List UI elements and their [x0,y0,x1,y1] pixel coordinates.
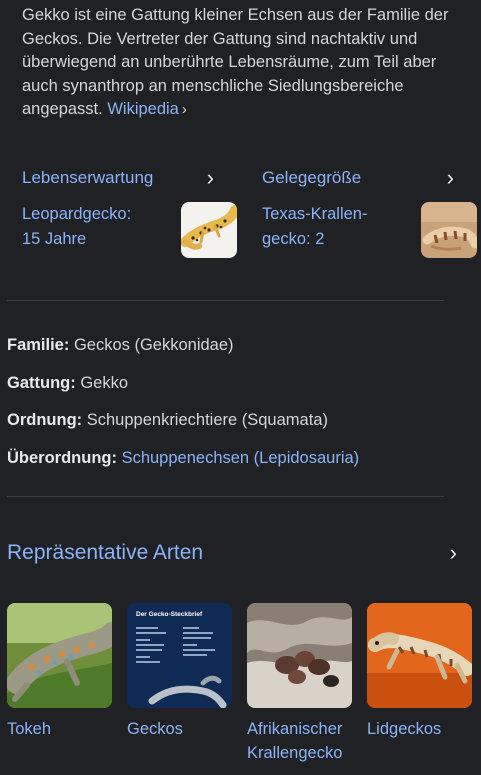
chevron-right-icon: › [449,540,457,565]
species-card-lidgeckos[interactable]: Lidgeckos [367,603,472,765]
fact-value-line: gecko: 2 [262,230,325,248]
tokay-gecko-photo-icon [7,603,112,708]
knowledge-panel: Gekko ist eine Gattung kleiner Echsen au… [0,0,481,775]
gecko-factsheet-photo-icon: Der Gecko-Steckbrief [127,603,232,708]
representative-species-header[interactable]: Repräsentative Arten › [7,538,457,568]
fact-gelegegroesse[interactable]: Gelegegröße › Texas-Krallen- gecko: 2 [262,164,477,258]
fact-heading-row[interactable]: Lebenserwartung › [22,164,220,192]
divider [7,496,444,497]
section-title: Repräsentative Arten [7,541,204,564]
fact-value-line: 15 Jahre [22,230,87,248]
attribute-value-link[interactable]: Schuppenechsen (Lepidosauria) [122,449,360,467]
species-card-afrikanischer-krallengecko[interactable]: Afrikanischer Krallengecko [247,603,352,765]
species-card-label: Lidgeckos [367,720,442,738]
attribute-key: Gattung: [7,373,76,392]
attribute-value: Geckos (Gekkonidae) [73,336,234,354]
chevron-right-icon: › [181,101,187,118]
species-card-geckos[interactable]: Der Gecko-Steckbrief Geckos [127,603,232,765]
fact-heading: Lebenserwartung [22,168,154,187]
fact-heading-row[interactable]: Gelegegröße › [262,164,460,192]
fact-body[interactable]: Leopardgecko: 15 Jahre [22,202,237,258]
divider [7,300,444,301]
fact-value-line: Leopardgecko: [22,205,132,223]
attribute-value: Gekko [80,373,129,392]
chevron-right-icon: › [206,165,214,190]
species-card-tokeh[interactable]: Tokeh [7,603,112,765]
fact-lebenserwartung[interactable]: Lebenserwartung › Leopardgecko: 15 Jahre [22,164,237,258]
attribute-key: Familie: [7,336,70,354]
wikipedia-link[interactable]: Wikipedia [107,100,179,118]
species-card-label: Tokeh [7,720,52,738]
attribute-value: Schuppenkriechtiere (Squamata) [86,411,328,429]
poster-title: Der Gecko-Steckbrief [136,611,203,618]
species-card-label: Geckos [127,720,183,738]
fact-body[interactable]: Texas-Krallen- gecko: 2 [262,202,477,258]
attribute-ueberordnung: Überordnung: Schuppenechsen (Lepidosauri… [7,446,359,484]
description: Gekko ist eine Gattung kleiner Echsen au… [22,4,472,122]
attribute-key: Ordnung: [7,411,83,429]
attribute-gattung: Gattung: Gekko [7,371,359,409]
species-card-label: Afrikanischer Krallengecko [247,720,343,762]
african-clawed-gecko-photo-icon [247,603,352,708]
attribute-familie: Familie: Geckos (Gekkonidae) [7,333,359,371]
attribute-list: Familie: Geckos (Gekkonidae) Gattung: Ge… [7,333,359,483]
texas-banded-gecko-photo-icon[interactable] [421,202,477,258]
leopard-gecko-photo-icon[interactable] [181,202,237,258]
fact-heading: Gelegegröße [262,168,362,187]
attribute-key: Überordnung: [7,448,117,467]
species-carousel: Tokeh Der Gecko-Steckbrief Geckos Afrika… [7,603,472,765]
fact-value-line: Texas-Krallen- [262,205,368,223]
attribute-ordnung: Ordnung: Schuppenkriechtiere (Squamata) [7,408,359,446]
fact-value: Texas-Krallen- gecko: 2 [262,202,392,252]
fact-value: Leopardgecko: 15 Jahre [22,202,152,252]
eyelid-gecko-photo-icon [367,603,472,708]
description-text: Gekko ist eine Gattung kleiner Echsen au… [22,6,449,118]
chevron-right-icon: › [446,165,454,190]
